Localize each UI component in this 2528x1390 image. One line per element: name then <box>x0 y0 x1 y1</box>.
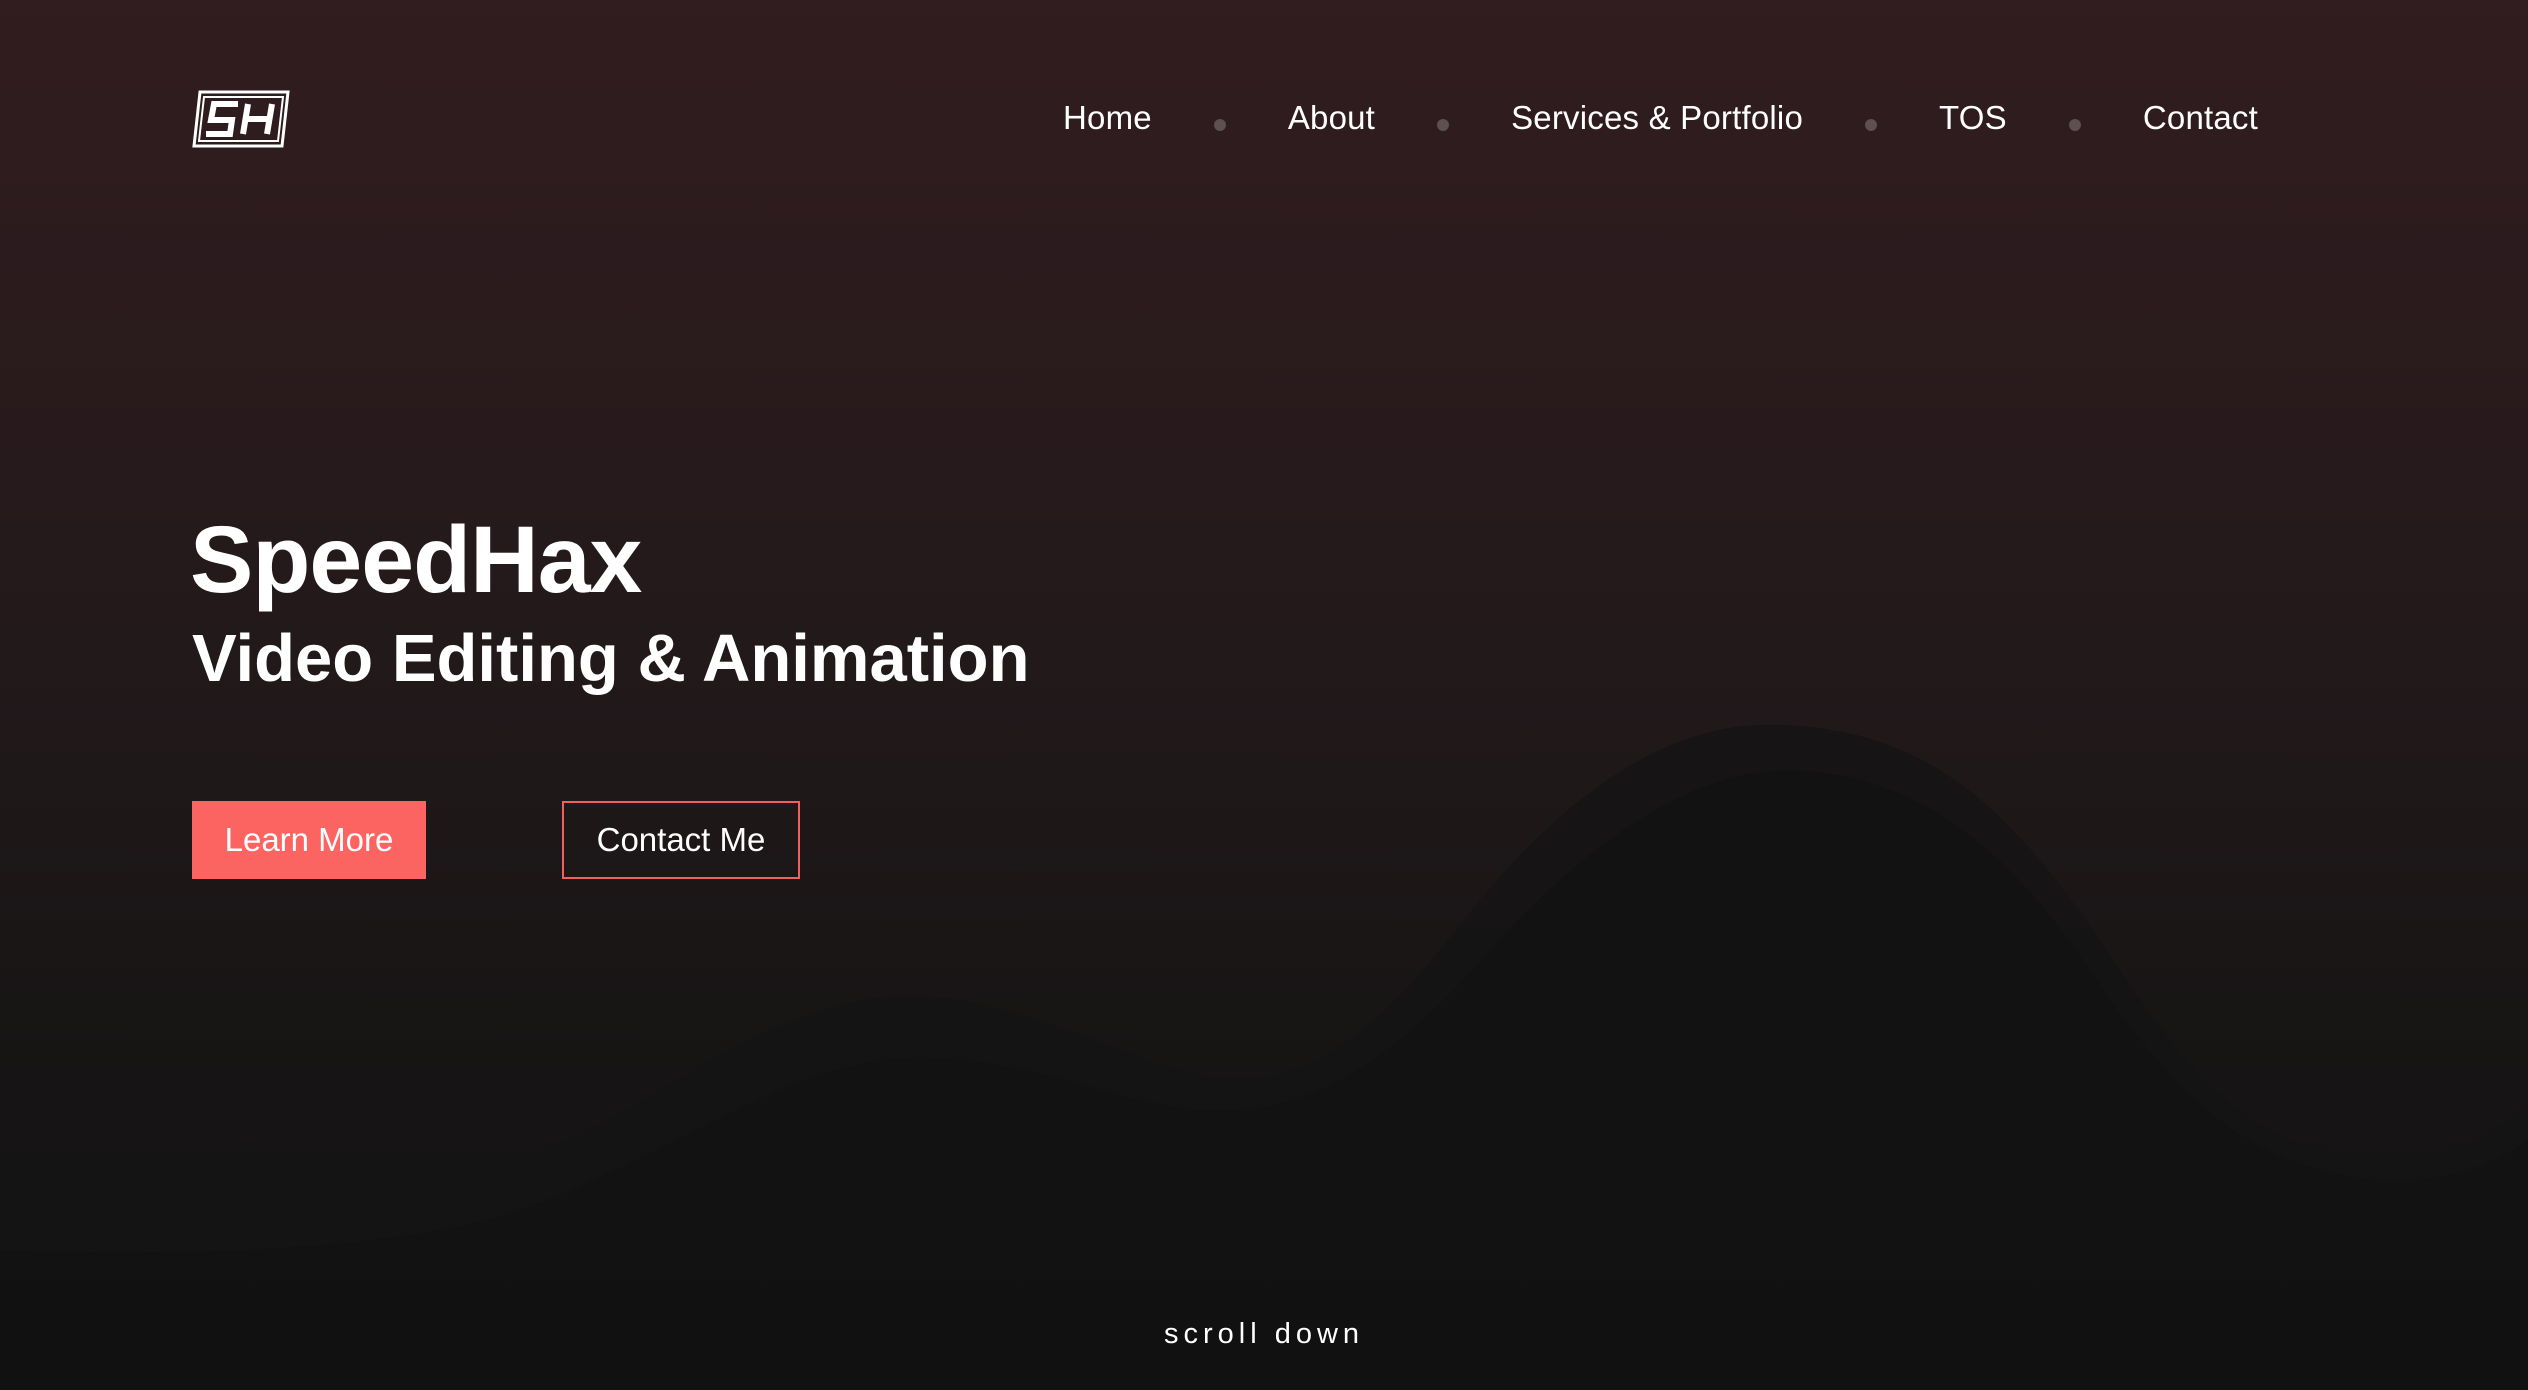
dot-separator-icon <box>1213 119 1226 131</box>
dot-separator-icon <box>1865 119 1878 131</box>
hero-section: SpeedHax Video Editing & Animation Learn… <box>190 505 1030 879</box>
scroll-down-link[interactable]: scroll down <box>0 1318 2528 1351</box>
nav-services-portfolio-link[interactable]: Services & Portfolio <box>1511 99 1803 137</box>
nav-contact-link[interactable]: Contact <box>2143 99 2258 137</box>
hero-button-group: Learn More Contact Me <box>192 801 800 879</box>
sh-logo-icon[interactable] <box>192 90 290 148</box>
hero-subtitle: Video Editing & Animation <box>192 621 1030 696</box>
site-header: Home About Services & Portfolio TOS Cont… <box>0 0 2528 240</box>
dot-separator-icon <box>2068 119 2081 131</box>
contact-me-button[interactable]: Contact Me <box>562 801 800 879</box>
nav-home-link[interactable]: Home <box>1063 99 1152 137</box>
hero-title: SpeedHax <box>190 507 642 613</box>
dot-separator-icon <box>1437 119 1450 131</box>
nav-tos-link[interactable]: TOS <box>1939 99 2007 137</box>
nav-about-link[interactable]: About <box>1288 99 1375 137</box>
learn-more-button[interactable]: Learn More <box>192 801 426 879</box>
main-nav: Home About Services & Portfolio TOS Cont… <box>1063 96 2258 140</box>
